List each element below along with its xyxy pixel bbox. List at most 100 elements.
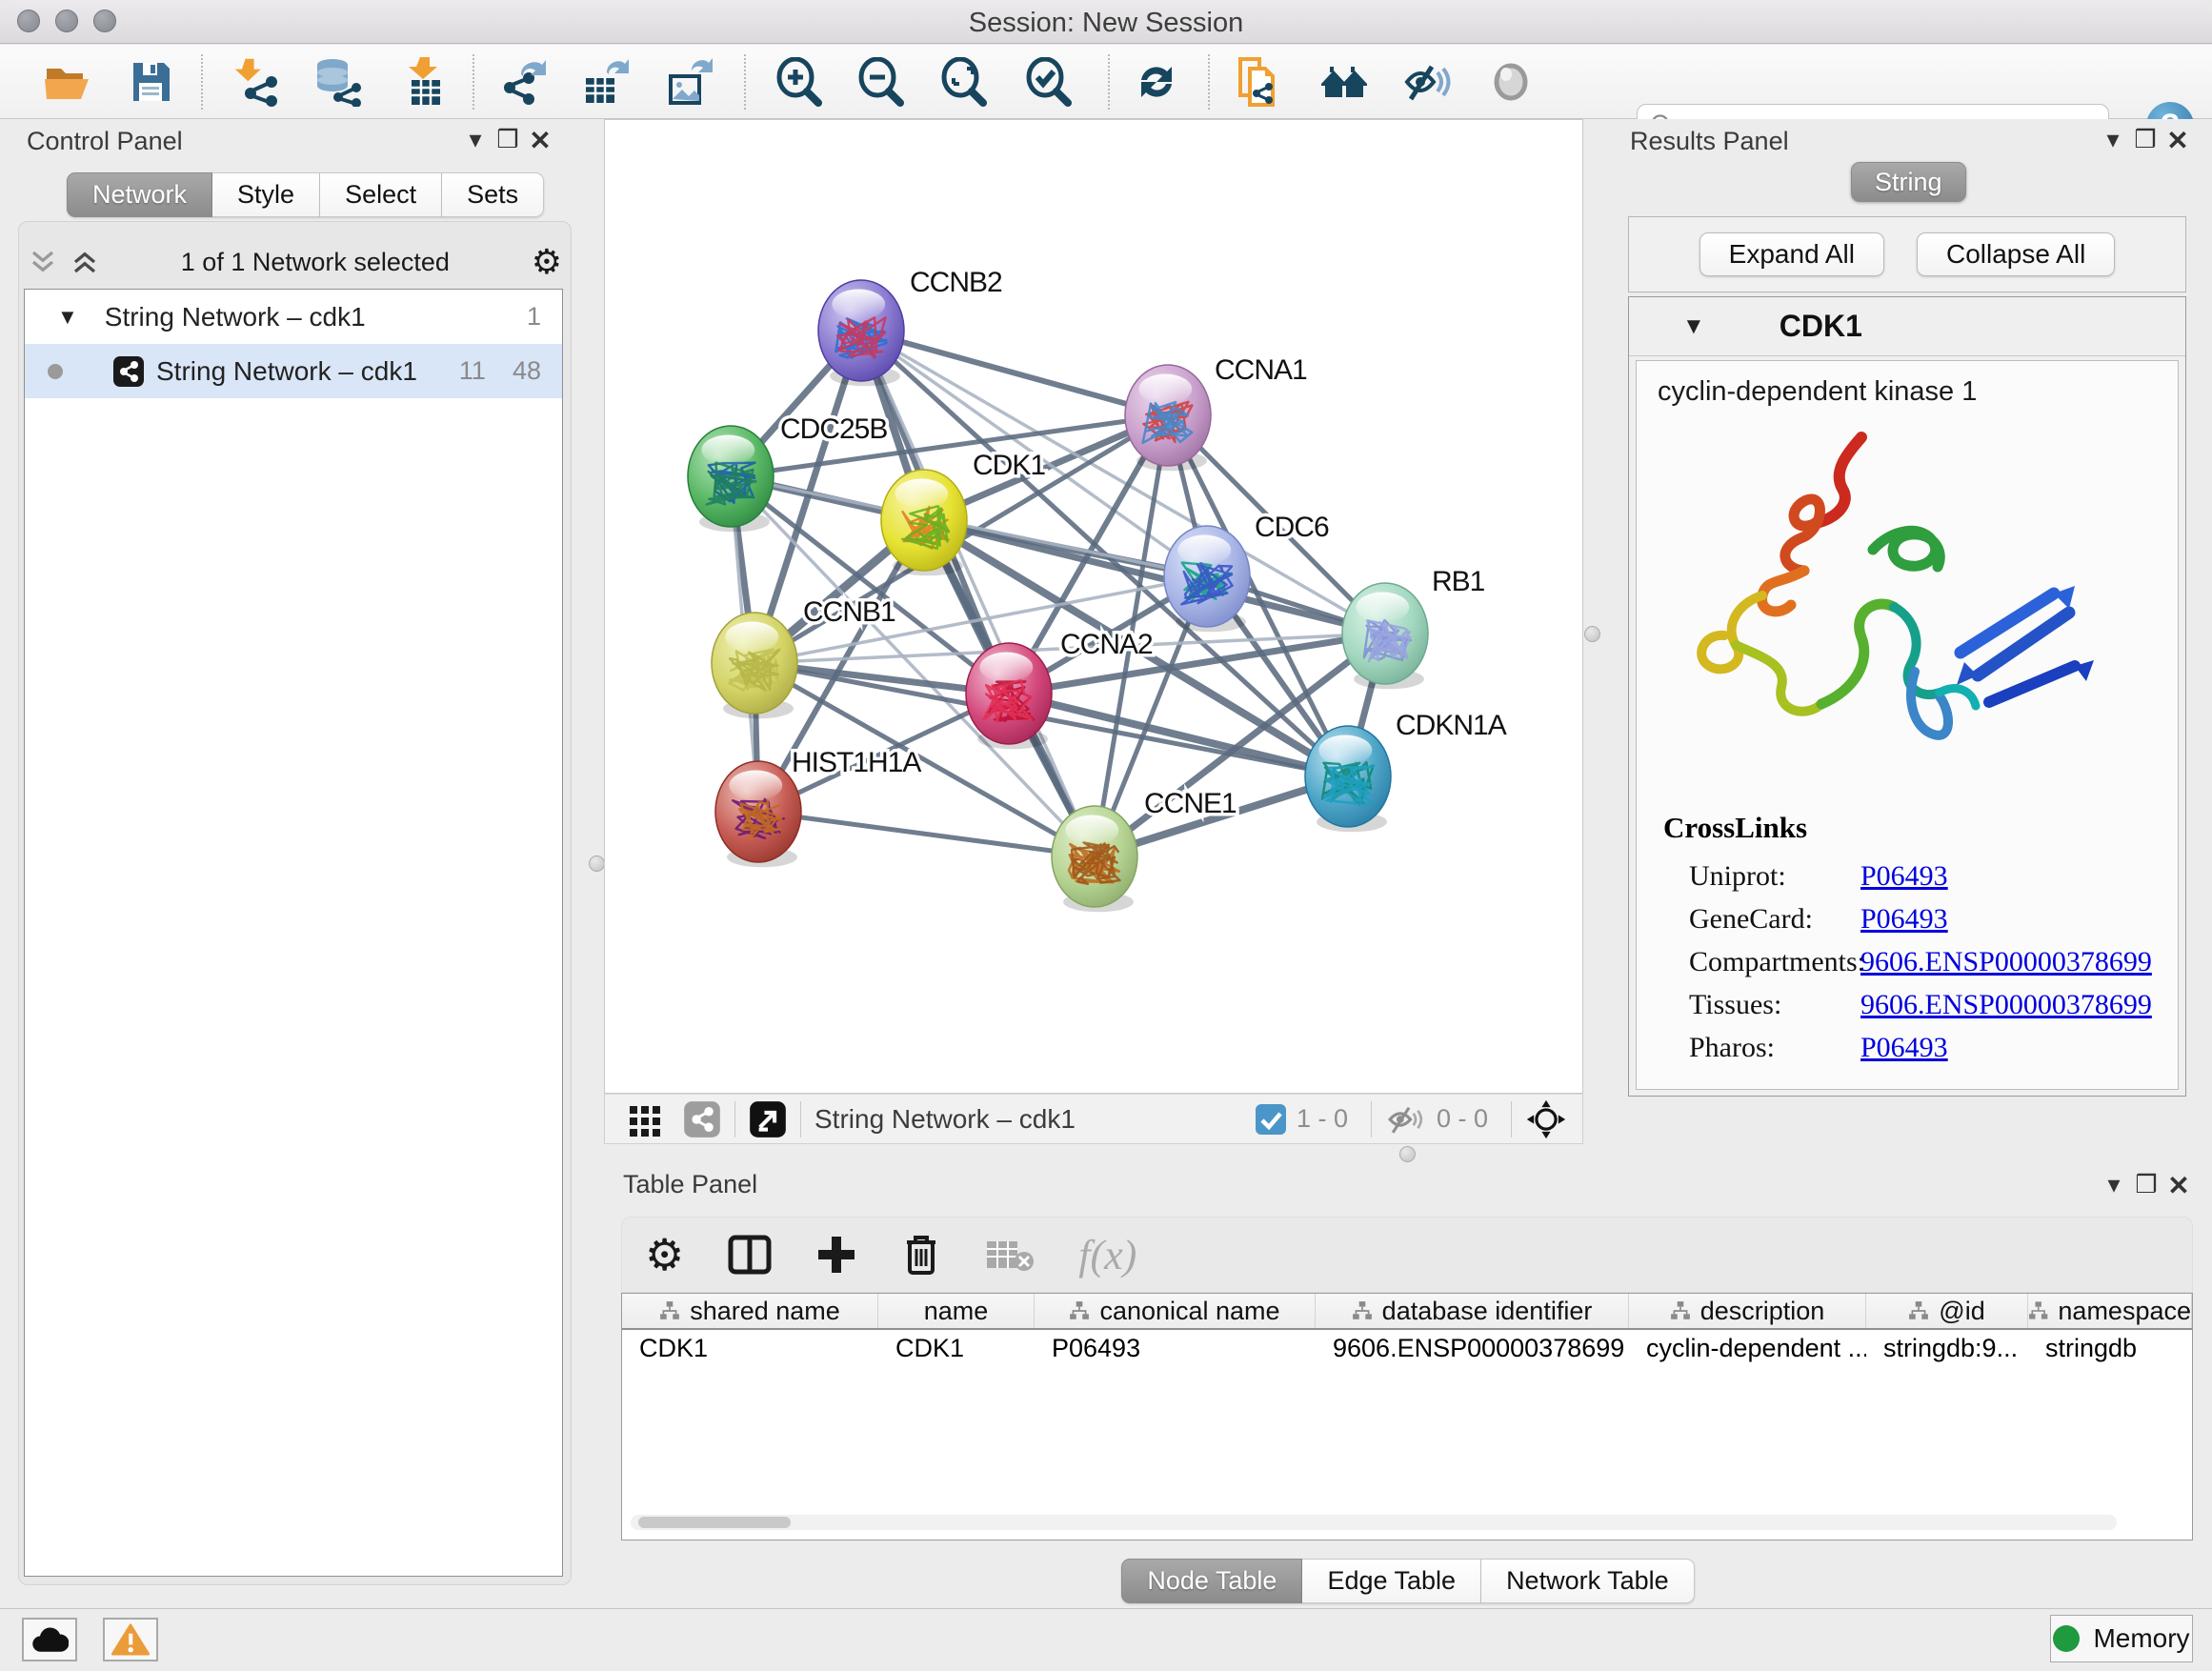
delete-table-icon[interactable]: [985, 1236, 1035, 1274]
open-in-window-icon[interactable]: [749, 1100, 787, 1138]
function-builder-icon[interactable]: f(x): [1078, 1231, 1136, 1279]
panel-close-button[interactable]: ✕: [524, 125, 556, 156]
zoom-fit-icon[interactable]: [940, 57, 990, 107]
network-node-CCNE1[interactable]: [1052, 806, 1137, 912]
panel-menu-button[interactable]: ▾: [459, 125, 492, 156]
entry-name: CDK1: [1780, 309, 1862, 344]
panel-float-button[interactable]: ❒: [2130, 1170, 2162, 1201]
collapse-all-icon[interactable]: [29, 248, 57, 276]
grid-view-icon[interactable]: [626, 1100, 664, 1138]
network-node-CCNA1[interactable]: [1125, 365, 1211, 471]
network-node-CDK1[interactable]: [881, 470, 967, 575]
column-header-namespace[interactable]: namespace: [2028, 1294, 2192, 1328]
network-node-CDKN1A[interactable]: [1305, 726, 1391, 832]
column-header-label: shared name: [690, 1297, 840, 1326]
table-settings-gear-icon[interactable]: ⚙: [645, 1229, 684, 1280]
left-splitter[interactable]: [590, 119, 604, 1608]
add-column-icon[interactable]: [815, 1234, 857, 1276]
network-options-gear-icon[interactable]: ⚙: [532, 242, 562, 282]
panel-float-button[interactable]: ❒: [492, 125, 524, 156]
network-node-CDC25B[interactable]: [688, 426, 774, 532]
export-table-icon[interactable]: [582, 57, 632, 107]
clone-network-icon[interactable]: [1233, 57, 1282, 107]
network-node-CCNB2[interactable]: [818, 280, 904, 386]
horizontal-splitter[interactable]: [604, 1144, 2212, 1164]
column-header-canonical-name[interactable]: canonical name: [1035, 1294, 1316, 1328]
panel-close-button[interactable]: ✕: [2162, 125, 2194, 156]
tab-network[interactable]: Network: [67, 172, 212, 217]
show-eye-icon[interactable]: [1486, 57, 1536, 107]
export-network-icon[interactable]: [500, 57, 550, 107]
node-label-CCNB2: CCNB2: [910, 267, 1002, 298]
import-table-icon[interactable]: [400, 57, 450, 107]
split-columns-icon[interactable]: [728, 1235, 772, 1275]
column-header-label: database identifier: [1382, 1297, 1593, 1326]
network-canvas[interactable]: CCNB2CCNA1CDC25BCDK1CDC6RB1CCNB1CCNA2CDK…: [604, 119, 1583, 1094]
crosslink-link[interactable]: P06493: [1860, 1032, 1948, 1064]
collection-label: String Network – cdk1: [105, 302, 527, 332]
crosslink-link[interactable]: P06493: [1860, 903, 1948, 936]
entry-expander-icon[interactable]: ▼: [1682, 313, 1705, 340]
crosshair-icon[interactable]: [1525, 1098, 1567, 1140]
zoom-out-icon[interactable]: [857, 57, 907, 107]
crosslink-link[interactable]: 9606.ENSP00000378699: [1860, 989, 2152, 1021]
tab-network-table[interactable]: Network Table: [1481, 1559, 1695, 1603]
warning-button[interactable]: [103, 1618, 158, 1661]
zoom-in-icon[interactable]: [775, 57, 825, 107]
export-image-icon[interactable]: [665, 57, 714, 107]
table-horizontal-scrollbar[interactable]: [631, 1515, 2117, 1530]
import-network-from-database-icon[interactable]: [313, 57, 363, 107]
string-network-graph[interactable]: CCNB2CCNA1CDC25BCDK1CDC6RB1CCNB1CCNA2CDK…: [605, 120, 1582, 1093]
column-header-name[interactable]: name: [878, 1294, 1035, 1328]
right-splitter[interactable]: [1583, 119, 1601, 1144]
memory-status-dot: [2053, 1625, 2080, 1652]
network-label: String Network – cdk1: [156, 356, 459, 387]
column-header-@id[interactable]: @id: [1866, 1294, 2028, 1328]
tab-sets[interactable]: Sets: [442, 172, 544, 217]
network-node-CDC6[interactable]: [1164, 526, 1250, 632]
toolbar-separator: [744, 54, 746, 110]
network-node-CCNB1[interactable]: [712, 613, 797, 718]
delete-column-icon[interactable]: [901, 1233, 941, 1277]
tab-edge-table[interactable]: Edge Table: [1302, 1559, 1481, 1603]
network-collection-row[interactable]: ▼ String Network – cdk1 1: [25, 290, 562, 344]
panel-float-button[interactable]: ❒: [2129, 125, 2162, 156]
crosslink-link[interactable]: P06493: [1860, 860, 1948, 893]
panel-close-button[interactable]: ✕: [2162, 1170, 2195, 1201]
crosslink-link[interactable]: 9606.ENSP00000378699: [1860, 946, 2152, 978]
toolbar-separator: [1108, 54, 1110, 110]
hidden-eye-slash-icon[interactable]: [1385, 1100, 1427, 1138]
network-node-count: 11: [459, 356, 486, 386]
entry-header[interactable]: ▼ CDK1: [1629, 297, 2185, 356]
open-session-icon[interactable]: [42, 57, 91, 107]
panel-menu-button[interactable]: ▾: [2098, 1170, 2130, 1201]
expand-all-button[interactable]: Expand All: [1699, 232, 1884, 276]
collection-expander-icon[interactable]: ▼: [57, 305, 78, 330]
network-node-RB1[interactable]: [1342, 583, 1428, 689]
network-node-HIST1H1A[interactable]: [715, 761, 801, 867]
memory-button[interactable]: Memory: [2050, 1615, 2193, 1662]
panel-menu-button[interactable]: ▾: [2097, 125, 2129, 156]
tab-select[interactable]: Select: [320, 172, 442, 217]
import-network-icon[interactable]: [233, 57, 283, 107]
cloud-button[interactable]: [22, 1618, 77, 1661]
zoom-selected-icon[interactable]: [1025, 57, 1075, 107]
save-session-icon[interactable]: [126, 57, 175, 107]
tab-string[interactable]: String: [1851, 162, 1966, 202]
expand-all-icon[interactable]: [70, 248, 99, 276]
refresh-icon[interactable]: [1132, 57, 1181, 107]
column-header-description[interactable]: description: [1629, 1294, 1866, 1328]
column-header-shared-name[interactable]: shared name: [622, 1294, 878, 1328]
tab-style[interactable]: Style: [212, 172, 320, 217]
network-row[interactable]: String Network – cdk1 11 48: [25, 344, 562, 398]
selected-checkbox-icon[interactable]: [1255, 1103, 1287, 1136]
tab-node-table[interactable]: Node Table: [1121, 1559, 1302, 1603]
home-icon[interactable]: [1319, 57, 1369, 107]
share-view-icon[interactable]: [683, 1100, 721, 1138]
warning-icon: [111, 1623, 150, 1656]
collapse-all-button[interactable]: Collapse All: [1917, 232, 2115, 276]
hide-panels-eye-slash-icon[interactable]: [1403, 57, 1453, 107]
network-edge[interactable]: [758, 812, 1095, 856]
column-header-database-identifier[interactable]: database identifier: [1316, 1294, 1629, 1328]
table-row[interactable]: CDK1CDK1P064939606.ENSP00000378699cyclin…: [622, 1330, 2192, 1366]
